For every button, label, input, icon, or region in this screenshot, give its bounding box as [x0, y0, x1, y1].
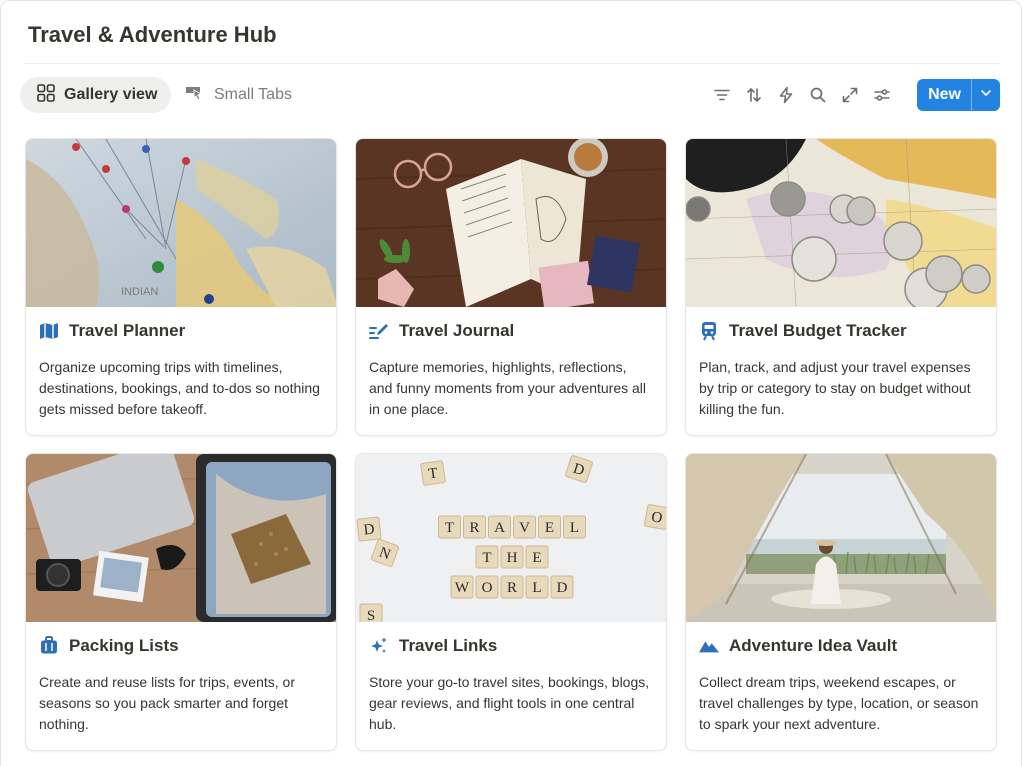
card-description: Create and reuse lists for trips, events…	[39, 674, 295, 732]
scrabble-tile: R	[500, 575, 524, 599]
card-adventure-idea-vault[interactable]: Adventure Idea Vault Collect dream trips…	[685, 453, 997, 751]
automation-lightning-icon[interactable]	[776, 85, 796, 105]
scrabble-tile: O	[475, 575, 499, 599]
card-title: Travel Journal	[399, 321, 515, 340]
scrabble-tile: D	[550, 575, 574, 599]
title-divider	[24, 63, 1000, 64]
cover-image-coins-map	[686, 139, 996, 307]
svg-text:D: D	[363, 521, 376, 538]
card-title-row: Travel Journal	[369, 321, 653, 341]
card-travel-planner[interactable]: INDIAN Travel Planner Organize upcoming …	[25, 138, 337, 436]
card-travel-budget-tracker[interactable]: Travel Budget Tracker Plan, track, and a…	[685, 138, 997, 436]
svg-text:V: V	[519, 520, 530, 536]
svg-text:O: O	[482, 580, 493, 596]
grid-icon	[36, 83, 56, 108]
svg-text:H: H	[507, 550, 518, 566]
scrabble-tile: S	[359, 603, 383, 622]
card-description: Capture memories, highlights, reflection…	[369, 359, 647, 417]
new-button[interactable]: New	[917, 79, 972, 111]
card-description: Collect dream trips, weekend escapes, or…	[699, 674, 979, 732]
svg-text:T: T	[482, 550, 491, 566]
luggage-icon	[39, 636, 59, 656]
card-description: Store your go-to travel sites, bookings,…	[369, 674, 650, 732]
map-label-text: INDIAN	[121, 286, 158, 298]
sparkles-icon	[369, 636, 389, 656]
filter-icon[interactable]	[712, 85, 732, 105]
scrabble-tile: O	[644, 504, 666, 530]
scrabble-tile: T	[438, 515, 461, 539]
toolbar-icons	[712, 77, 892, 113]
view-toolbar: Gallery view Small Tabs New	[20, 77, 1000, 113]
new-button-group: New	[917, 79, 1000, 111]
tab-gallery-view[interactable]: Gallery view	[20, 77, 172, 113]
cover-image-journal-desk	[356, 139, 666, 307]
scrabble-tile: E	[538, 515, 561, 539]
card-title: Travel Links	[399, 636, 498, 655]
cover-image-scrabble-tiles: TRAVELTHEWORLDTDODNS	[356, 454, 666, 622]
svg-text:A: A	[494, 520, 505, 536]
scrabble-tile: L	[563, 515, 586, 539]
settings-sliders-icon[interactable]	[872, 85, 892, 105]
tab-small-tabs-label: Small Tabs	[214, 86, 292, 103]
scrabble-tile: T	[420, 460, 446, 486]
svg-text:E: E	[532, 550, 541, 566]
card-title-row: Travel Budget Tracker	[699, 321, 983, 341]
scrabble-tile: L	[525, 575, 549, 599]
gallery-grid: INDIAN Travel Planner Organize upcoming …	[25, 138, 997, 751]
scrabble-tile: D	[356, 516, 382, 542]
expand-icon[interactable]	[840, 85, 860, 105]
card-title: Adventure Idea Vault	[729, 636, 898, 655]
tab-small-tabs[interactable]: Small Tabs	[168, 77, 306, 113]
pointer-tab-icon	[184, 83, 206, 108]
map-icon	[39, 321, 59, 341]
search-icon[interactable]	[808, 85, 828, 105]
svg-text:E: E	[545, 520, 554, 536]
card-title: Travel Planner	[69, 321, 186, 340]
card-title-row: Travel Planner	[39, 321, 323, 341]
svg-text:S: S	[367, 608, 375, 622]
svg-text:R: R	[507, 580, 517, 596]
card-packing-lists[interactable]: Packing Lists Create and reuse lists for…	[25, 453, 337, 751]
cover-image-tent-lake	[686, 454, 996, 622]
sort-icon[interactable]	[744, 85, 764, 105]
mountains-icon	[699, 636, 719, 656]
card-description: Plan, track, and adjust your travel expe…	[699, 359, 971, 417]
new-dropdown-button[interactable]	[972, 79, 1000, 111]
card-title: Travel Budget Tracker	[729, 321, 907, 340]
scrabble-tile: R	[463, 515, 486, 539]
scrabble-tile: T	[475, 545, 499, 569]
card-description: Organize upcoming trips with timelines, …	[39, 359, 320, 417]
card-travel-links[interactable]: TRAVELTHEWORLDTDODNS Travel Links Store …	[355, 453, 667, 751]
scrabble-tile: E	[525, 545, 549, 569]
card-title-row: Travel Links	[369, 636, 653, 656]
svg-text:R: R	[469, 520, 479, 536]
page-title: Travel & Adventure Hub	[28, 22, 277, 47]
chevron-down-icon	[979, 86, 993, 105]
svg-text:L: L	[570, 520, 579, 536]
card-title-row: Packing Lists	[39, 636, 323, 656]
pen-lines-icon	[369, 321, 389, 341]
svg-text:D: D	[557, 580, 568, 596]
cover-image-map-pins: INDIAN	[26, 139, 336, 307]
svg-text:L: L	[532, 580, 541, 596]
card-title-row: Adventure Idea Vault	[699, 636, 983, 656]
svg-text:W: W	[455, 580, 470, 596]
scrabble-tile: W	[450, 575, 474, 599]
card-travel-journal[interactable]: Travel Journal Capture memories, highlig…	[355, 138, 667, 436]
cover-image-suitcase	[26, 454, 336, 622]
train-icon	[699, 321, 719, 341]
tab-gallery-view-label: Gallery view	[64, 86, 158, 103]
svg-text:T: T	[445, 520, 454, 536]
scrabble-tile: H	[500, 545, 524, 569]
card-title: Packing Lists	[69, 636, 179, 655]
scrabble-tile: V	[513, 515, 536, 539]
scrabble-tile: A	[488, 515, 511, 539]
